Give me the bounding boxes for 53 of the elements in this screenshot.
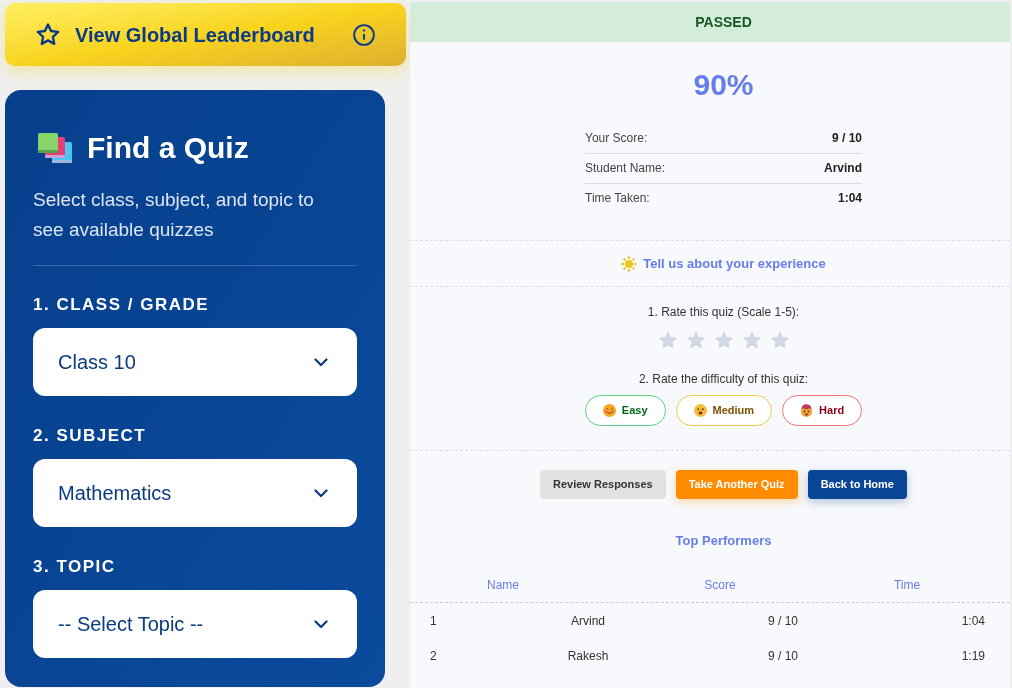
star-outline-icon	[36, 23, 60, 46]
column-header: Score	[703, 577, 737, 594]
status-banner: PASSED	[410, 2, 1010, 42]
action-button[interactable]: Back to Home	[807, 470, 907, 499]
star-icon[interactable]	[657, 330, 678, 350]
sun-icon	[621, 255, 638, 272]
star-icon[interactable]	[741, 330, 762, 350]
table-cell-text: 2	[430, 647, 438, 665]
detail-value: 1:04	[837, 191, 862, 206]
smiling-face-icon	[602, 404, 616, 417]
feedback-heading: Tell us about your experience	[643, 254, 826, 273]
panel-subtitle: Select class, subject, and topic to see available quizzes	[33, 188, 315, 242]
detail-label: Your Score:	[585, 131, 648, 146]
books-icon	[38, 133, 72, 163]
exploding-head-icon	[800, 404, 814, 417]
detail-value: Arvind	[824, 161, 862, 176]
difficulty-option[interactable]: Easy	[584, 395, 666, 426]
detail-label: Time Taken:	[585, 191, 650, 206]
column-header: Name	[486, 577, 520, 594]
rating-prompt: 1. Rate this quiz (Scale 1-5):	[647, 304, 800, 320]
score-percentage: 90%	[693, 67, 754, 103]
field-label: 3. TOPIC	[33, 556, 117, 578]
field-label: 2. SUBJECT	[33, 425, 148, 447]
table-cell-text: 1	[430, 612, 438, 630]
leaderboard-button[interactable]: View Global Leaderboard	[5, 3, 406, 66]
dropdown-select[interactable]: -- Select Topic --	[33, 590, 357, 658]
star-rating[interactable]	[657, 330, 790, 350]
chevron-down-icon	[314, 619, 328, 629]
table-cell-text: Rakesh	[566, 647, 610, 665]
star-icon[interactable]	[713, 330, 734, 350]
difficulty-option[interactable]: Hard	[782, 395, 863, 426]
chevron-down-icon	[314, 488, 328, 498]
table-cell-text: Arvind	[570, 612, 606, 630]
detail-label: Student Name:	[585, 161, 666, 176]
detail-value: 9 / 10	[831, 131, 862, 146]
difficulty-prompt: 2. Rate the difficulty of this quiz:	[638, 371, 809, 387]
table-cell-text: 9 / 10	[767, 647, 799, 665]
column-header: Time	[892, 577, 922, 594]
worried-face-icon	[693, 404, 707, 417]
dropdown-select[interactable]: Mathematics	[33, 459, 357, 527]
field-label: 1. CLASS / GRADE	[33, 294, 211, 316]
panel-title: Find a Quiz	[87, 130, 249, 166]
star-icon[interactable]	[685, 330, 706, 350]
difficulty-option[interactable]: Medium	[675, 395, 773, 426]
table-cell-text: 9 / 10	[767, 612, 799, 630]
table-cell-text: 1:04	[960, 612, 985, 630]
info-icon	[353, 23, 375, 46]
table-cell-text: 1:19	[960, 647, 985, 665]
star-icon[interactable]	[769, 330, 790, 350]
section-title: Top Performers	[674, 532, 773, 550]
chevron-down-icon	[314, 357, 328, 367]
action-button[interactable]: Review Responses	[540, 470, 666, 499]
dropdown-select[interactable]: Class 10	[33, 328, 357, 396]
